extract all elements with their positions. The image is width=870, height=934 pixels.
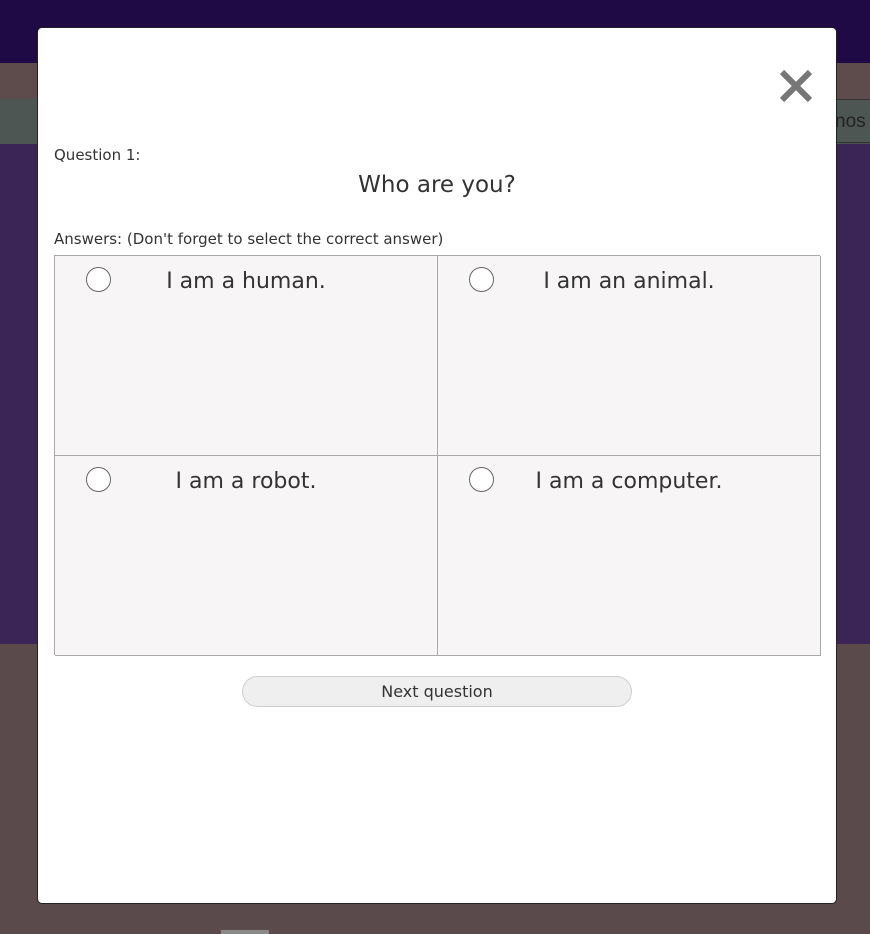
close-button[interactable] (776, 66, 816, 106)
background-bottom-tab (221, 930, 269, 934)
question-modal: Question 1: Who are you? Answers: (Don't… (37, 27, 837, 904)
next-question-button[interactable]: Next question (242, 676, 632, 707)
answer-option-4[interactable]: I am a computer. (438, 456, 821, 656)
question-number-label: Question 1: (54, 146, 141, 164)
question-text: Who are you? (358, 172, 516, 198)
answer-option-3[interactable]: I am a robot. (55, 456, 438, 656)
answers-label: Answers: (Don't forget to select the cor… (54, 230, 444, 248)
answer-text-2: I am an animal. (543, 269, 715, 294)
answer-text-4: I am a computer. (535, 469, 723, 494)
answer-text-1: I am a human. (166, 269, 326, 294)
answer-text-3: I am a robot. (175, 469, 317, 494)
answer-option-1[interactable]: I am a human. (55, 256, 438, 456)
answer-option-2[interactable]: I am an animal. (438, 256, 821, 456)
close-x-icon (779, 69, 813, 103)
answers-grid: I am a human. I am an animal. I am a rob… (54, 255, 821, 656)
